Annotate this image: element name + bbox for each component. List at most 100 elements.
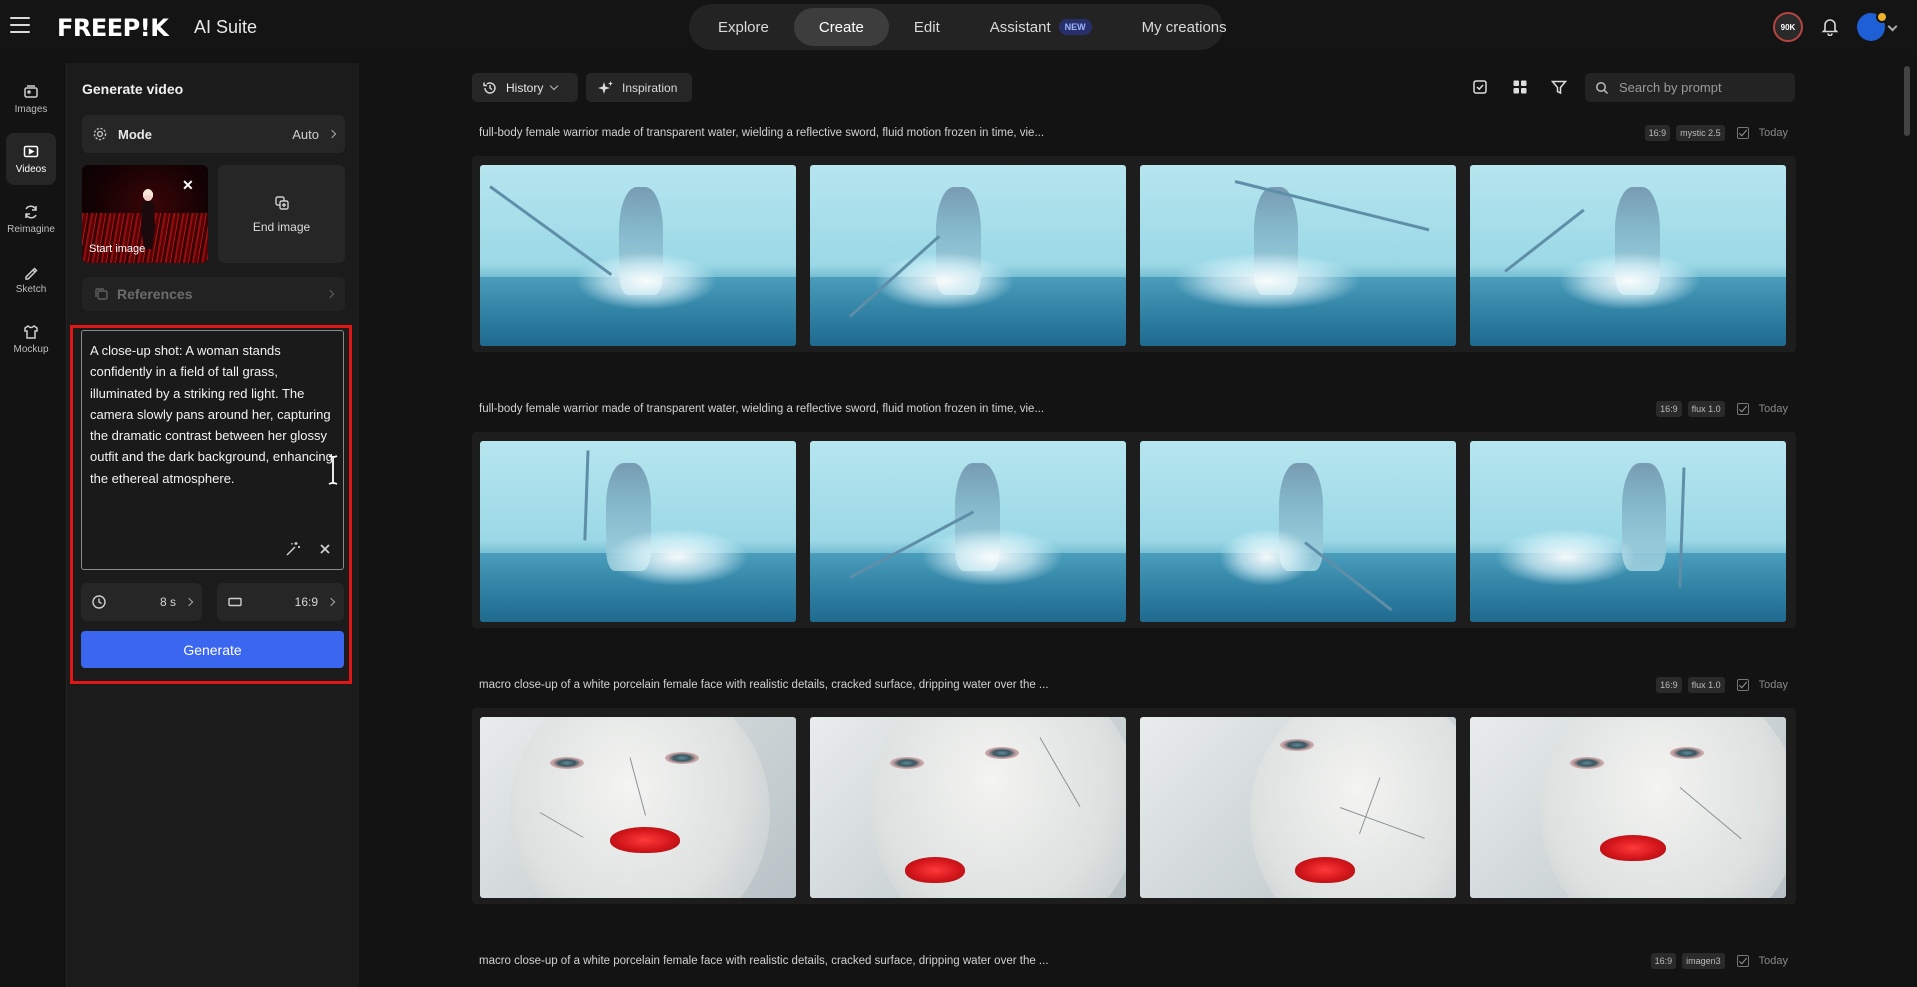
filter-icon[interactable] <box>1550 78 1568 96</box>
history-dropdown[interactable]: History <box>472 73 578 102</box>
generation-prompt[interactable]: macro close-up of a white porcelain fema… <box>479 955 1049 967</box>
duration-selector[interactable]: 8 s <box>81 583 202 621</box>
clear-prompt-icon[interactable] <box>317 541 333 557</box>
thumbnail[interactable] <box>810 717 1126 898</box>
logo[interactable]: FREEP!K <box>57 14 169 42</box>
chevron-down-icon <box>550 81 559 91</box>
model-tag: mystic 2.5 <box>1676 125 1725 141</box>
history-label: History <box>506 80 544 95</box>
generation-card: full-body female warrior made of transpa… <box>472 122 1796 354</box>
generation-date: Today <box>1758 955 1788 967</box>
select-generation-checkbox[interactable] <box>1736 679 1749 691</box>
rail-item-sketch[interactable]: Sketch <box>6 253 56 305</box>
videos-icon <box>23 145 39 158</box>
mode-selector[interactable]: Mode Auto <box>82 115 345 153</box>
history-icon <box>483 81 496 94</box>
rail-item-images[interactable]: Images <box>6 73 56 125</box>
references-selector[interactable]: References <box>82 277 345 311</box>
woman-figure <box>141 189 155 249</box>
end-image-slot[interactable]: End image <box>218 165 345 263</box>
thumbnail[interactable] <box>1140 441 1456 622</box>
mode-label: Mode <box>118 126 152 142</box>
thumbnail-strip <box>472 432 1796 628</box>
generate-button[interactable]: Generate <box>81 631 344 668</box>
suite-label: AI Suite <box>194 17 258 37</box>
rail-item-reimagine[interactable]: Reimagine <box>6 193 56 245</box>
thumbnail[interactable] <box>810 165 1126 346</box>
select-generation-checkbox[interactable] <box>1736 403 1749 415</box>
end-image-label: End image <box>252 220 311 234</box>
credits-indicator[interactable]: 90K <box>1773 12 1803 42</box>
select-checkbox-icon[interactable] <box>1471 78 1489 96</box>
generation-prompt[interactable]: full-body female warrior made of transpa… <box>479 127 1044 139</box>
thumbnail[interactable] <box>1140 717 1456 898</box>
model-tag: imagen3 <box>1682 953 1725 969</box>
prompt-tools <box>285 541 333 557</box>
nav-assistant[interactable]: Assistant NEW <box>965 8 1117 46</box>
thumbnail[interactable] <box>480 717 796 898</box>
start-image-label: Start image <box>89 243 146 255</box>
start-image-slot[interactable]: ✕ Start image <box>82 165 208 263</box>
sparkle-icon <box>598 80 613 94</box>
references-label: References <box>117 286 193 302</box>
menu-icon[interactable] <box>10 17 30 34</box>
rail-item-videos[interactable]: Videos <box>6 133 56 185</box>
rail-label: Images <box>14 104 48 115</box>
ratio-tag: 16:9 <box>1656 677 1682 693</box>
rail-label: Reimagine <box>7 224 55 235</box>
generation-meta: macro close-up of a white porcelain fema… <box>472 950 1796 974</box>
references-icon <box>95 287 108 300</box>
thumbnail[interactable] <box>1470 165 1786 346</box>
rail-label: Videos <box>15 164 47 175</box>
aspect-ratio-icon <box>228 597 242 607</box>
generation-date: Today <box>1758 127 1788 139</box>
rail-label: Sketch <box>15 284 47 295</box>
thumbnail[interactable] <box>1470 717 1786 898</box>
magic-wand-icon[interactable] <box>285 541 301 557</box>
add-image-icon <box>274 196 289 210</box>
images-icon <box>24 85 38 98</box>
generation-meta: full-body female warrior made of transpa… <box>472 398 1796 422</box>
nav-explore[interactable]: Explore <box>693 8 794 46</box>
gear-icon <box>93 127 107 141</box>
select-generation-checkbox[interactable] <box>1736 127 1749 139</box>
ratio-tag: 16:9 <box>1644 125 1671 141</box>
generation-tags: 16:9 flux 1.0 Today <box>1656 677 1788 693</box>
main-nav: Explore Create Edit Assistant NEW My cre… <box>689 4 1227 50</box>
clock-icon <box>92 595 106 609</box>
generation-date: Today <box>1758 403 1788 415</box>
prompt-textarea[interactable]: A close-up shot: A woman stands confiden… <box>81 330 344 570</box>
thumbnail[interactable] <box>480 441 796 622</box>
remove-start-image-icon[interactable]: ✕ <box>182 177 194 194</box>
nav-edit[interactable]: Edit <box>889 8 965 46</box>
model-tag: flux 1.0 <box>1687 401 1725 417</box>
rail-item-mockup[interactable]: Mockup <box>6 313 56 365</box>
select-generation-checkbox[interactable] <box>1736 955 1749 967</box>
scrollbar[interactable] <box>1904 66 1910 136</box>
generation-card: full-body female warrior made of transpa… <box>472 398 1796 630</box>
inspiration-button[interactable]: Inspiration <box>586 73 692 102</box>
thumbnail-strip <box>472 708 1796 904</box>
avatar[interactable] <box>1857 11 1898 41</box>
generation-prompt[interactable]: full-body female warrior made of transpa… <box>479 403 1044 415</box>
aspect-ratio-value: 16:9 <box>294 595 318 609</box>
nav-create[interactable]: Create <box>793 8 889 46</box>
sketch-icon <box>25 267 38 280</box>
search-icon <box>1596 81 1609 94</box>
chevron-right-icon <box>184 597 194 607</box>
inspiration-label: Inspiration <box>622 80 678 95</box>
thumbnail[interactable] <box>480 165 796 346</box>
grid-view-icon[interactable] <box>1511 78 1529 96</box>
nav-my-creations[interactable]: My creations <box>1117 8 1252 46</box>
thumbnail[interactable] <box>1140 165 1456 346</box>
thumbnail[interactable] <box>810 441 1126 622</box>
aspect-ratio-selector[interactable]: 16:9 <box>217 583 344 621</box>
generation-card: macro close-up of a white porcelain fema… <box>472 950 1796 987</box>
generation-tags: 16:9 mystic 2.5 Today <box>1644 125 1788 141</box>
generation-tags: 16:9 flux 1.0 Today <box>1656 401 1788 417</box>
generation-prompt[interactable]: macro close-up of a white porcelain fema… <box>479 679 1049 691</box>
thumbnail[interactable] <box>1470 441 1786 622</box>
prompt-text[interactable]: A close-up shot: A woman stands confiden… <box>90 340 340 489</box>
bell-icon[interactable] <box>1820 16 1840 36</box>
search-input[interactable] <box>1619 80 1779 95</box>
